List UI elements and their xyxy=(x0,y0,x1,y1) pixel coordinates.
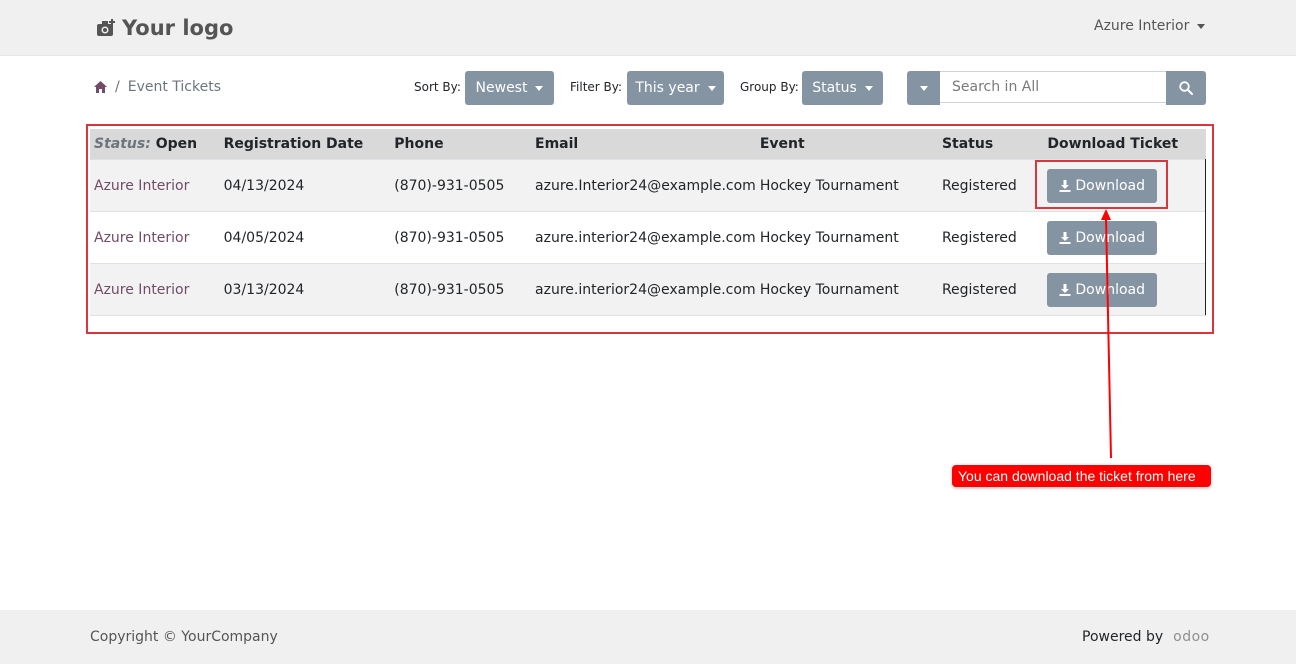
table-row: Azure Interior 03/13/2024 (870)-931-0505… xyxy=(90,263,1207,316)
logo-text: Your logo xyxy=(122,16,234,40)
user-name: Azure Interior xyxy=(1094,18,1190,34)
breadcrumb-current: Event Tickets xyxy=(127,79,221,95)
footer: Copyright © YourCompany Powered by odoo xyxy=(0,610,1296,664)
filter-value: This year xyxy=(635,80,700,96)
filter-label: Filter By: xyxy=(570,80,623,94)
group-value: Status xyxy=(812,80,857,96)
group-caption: Status: xyxy=(94,136,151,152)
phone: (870)-931-0505 xyxy=(390,159,532,212)
search-button[interactable] xyxy=(1166,71,1206,105)
filter-dropdown[interactable]: This year xyxy=(627,71,724,105)
status: Registered xyxy=(937,263,1044,316)
group-label: Group By: xyxy=(740,80,799,94)
download-label: Download xyxy=(1075,229,1145,246)
camera-icon xyxy=(97,19,115,36)
search-bar xyxy=(907,71,1206,105)
odoo-logo: odoo xyxy=(1173,629,1210,645)
company-logo[interactable]: Your logo xyxy=(96,12,233,44)
column-header-download: Download Ticket xyxy=(1043,129,1206,160)
attendee-link[interactable]: Azure Interior xyxy=(94,282,189,298)
sort-dropdown[interactable]: Newest xyxy=(465,71,554,105)
table-header-row: Status: Open Registration Date Phone Ema… xyxy=(90,129,1206,160)
column-header-date: Registration Date xyxy=(219,129,391,160)
phone: (870)-931-0505 xyxy=(390,263,532,316)
search-options-toggle[interactable] xyxy=(907,71,940,105)
table-row: Azure Interior 04/05/2024 (870)-931-0505… xyxy=(90,211,1207,264)
group-header: Status: Open xyxy=(90,129,220,160)
status: Registered xyxy=(937,159,1044,212)
search-icon xyxy=(1179,81,1193,95)
user-menu[interactable]: Azure Interior xyxy=(1094,18,1206,34)
phone: (870)-931-0505 xyxy=(390,211,532,264)
registration-date: 04/05/2024 xyxy=(219,211,391,264)
annotation-note: You can download the ticket from here xyxy=(952,465,1211,487)
event: Hockey Tournament xyxy=(755,263,938,316)
event: Hockey Tournament xyxy=(755,159,938,212)
registration-date: 04/13/2024 xyxy=(219,159,391,212)
column-header-status: Status xyxy=(937,129,1044,160)
sort-label: Sort By: xyxy=(414,80,461,94)
powered-by[interactable]: Powered by odoo xyxy=(1082,629,1210,645)
attendee-link[interactable]: Azure Interior xyxy=(94,230,189,246)
email: azure.interior24@example.com xyxy=(531,263,756,316)
tickets-table: Status: Open Registration Date Phone Ema… xyxy=(90,129,1207,316)
email: azure.interior24@example.com xyxy=(531,211,756,264)
caret-down-icon xyxy=(864,85,873,91)
download-icon xyxy=(1059,283,1071,296)
registration-date: 03/13/2024 xyxy=(219,263,391,316)
powered-by-label: Powered by xyxy=(1082,629,1164,645)
group-dropdown[interactable]: Status xyxy=(802,71,883,105)
download-button[interactable]: Download xyxy=(1047,272,1157,307)
download-label: Download xyxy=(1075,281,1145,298)
column-header-email: Email xyxy=(531,129,756,160)
caret-down-icon xyxy=(535,85,544,91)
download-button[interactable]: Download xyxy=(1047,220,1157,255)
home-icon[interactable] xyxy=(94,81,107,93)
column-header-event: Event xyxy=(755,129,938,160)
caret-down-icon xyxy=(919,85,928,91)
event: Hockey Tournament xyxy=(755,211,938,264)
copyright-text: Copyright © YourCompany xyxy=(90,629,278,645)
breadcrumb-separator: / xyxy=(115,79,120,95)
top-navbar: Your logo Azure Interior xyxy=(0,0,1296,56)
caret-down-icon xyxy=(707,85,716,91)
breadcrumb: / Event Tickets xyxy=(94,79,221,95)
search-input[interactable] xyxy=(940,71,1166,103)
column-header-phone: Phone xyxy=(390,129,532,160)
sort-value: Newest xyxy=(475,80,528,96)
download-highlight-frame xyxy=(1035,160,1168,209)
attendee-link[interactable]: Azure Interior xyxy=(94,178,189,194)
email: azure.Interior24@example.com xyxy=(531,159,756,212)
status: Registered xyxy=(937,211,1044,264)
group-header-value: Open xyxy=(155,136,198,152)
caret-down-icon xyxy=(1197,23,1206,29)
download-icon xyxy=(1059,231,1071,244)
